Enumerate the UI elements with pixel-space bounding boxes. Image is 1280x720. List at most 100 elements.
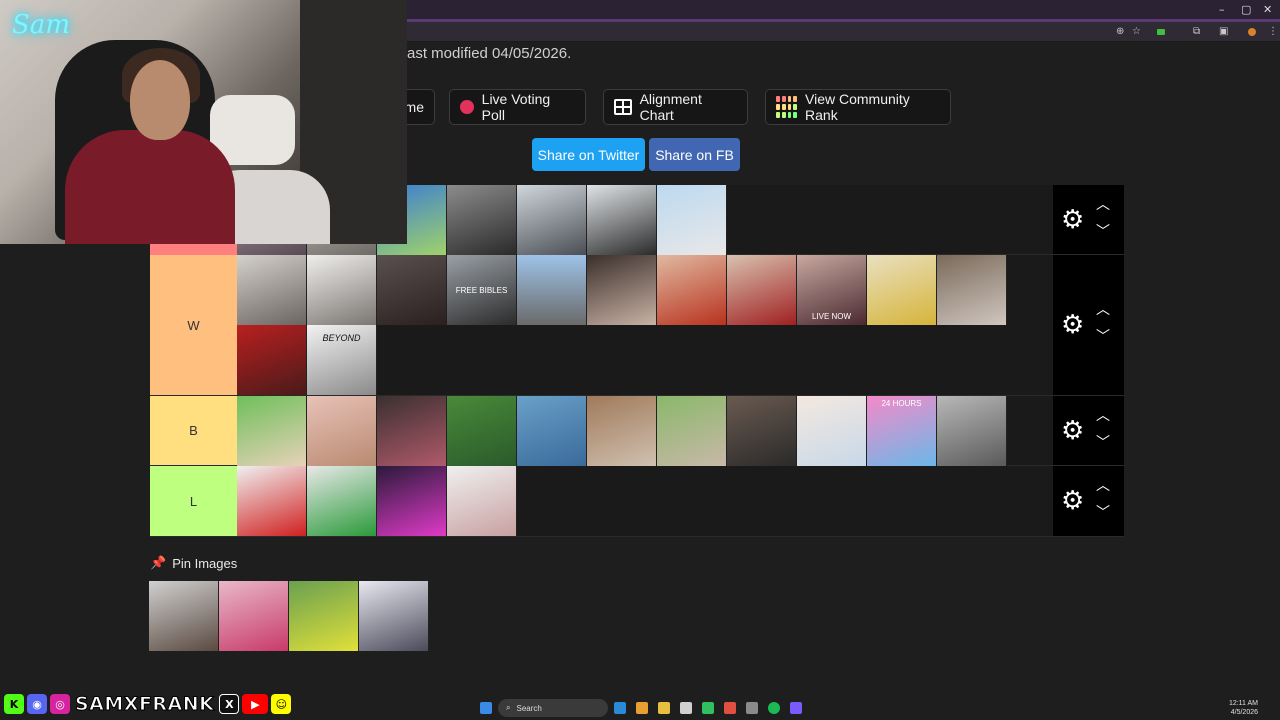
tier-item[interactable]	[867, 255, 937, 325]
tier-item[interactable]	[307, 255, 377, 325]
gear-icon[interactable]: ⚙	[1061, 488, 1084, 514]
tier-item[interactable]	[937, 396, 1007, 466]
tier-item[interactable]	[377, 255, 447, 325]
close-window-button[interactable]: ✕	[1263, 3, 1272, 16]
system-clock[interactable]: 12:11 AM 4/5/2026	[1229, 699, 1258, 717]
tier-item[interactable]	[727, 396, 797, 466]
zoom-icon[interactable]: ⊕	[1116, 26, 1124, 37]
tier-item[interactable]	[587, 185, 657, 255]
gear-icon[interactable]: ⚙	[1061, 418, 1084, 444]
tier-label-w[interactable]: W	[150, 255, 237, 395]
tier-item[interactable]	[237, 466, 307, 536]
chevron-down-icon[interactable]: ﹀	[1096, 225, 1110, 239]
tier-item[interactable]	[447, 396, 517, 466]
last-modified-text: ast modified 04/05/2026.	[407, 45, 572, 62]
view-community-rank-button[interactable]: View Community Rank	[765, 89, 951, 125]
share-twitter-label: Share on Twitter	[537, 146, 640, 163]
chevron-up-icon[interactable]: ︿	[1096, 198, 1110, 212]
tier-item[interactable]	[237, 255, 307, 325]
tier-item[interactable]	[937, 255, 1007, 325]
maximize-button[interactable]: ▢	[1241, 3, 1251, 16]
tier-item[interactable]	[447, 466, 517, 536]
tier-tiles: 24 HOURS	[237, 396, 1053, 466]
tier-item[interactable]	[587, 255, 657, 325]
tier-item[interactable]	[517, 255, 587, 325]
youtube-icon: ▶	[242, 694, 269, 714]
tier-item[interactable]: 24 HOURS	[867, 396, 937, 466]
tier-item[interactable]	[237, 325, 307, 395]
taskbar-search-label: Search	[516, 703, 542, 713]
tier-item[interactable]: FREE BIBLES	[447, 255, 517, 325]
app-icon[interactable]	[702, 702, 714, 714]
rank-grid-icon	[776, 96, 798, 118]
chrome-icon[interactable]	[636, 702, 648, 714]
chevron-up-icon[interactable]: ︿	[1096, 303, 1110, 317]
tier-label-text: W	[187, 317, 200, 333]
tier-item[interactable]	[377, 466, 447, 536]
tier-item[interactable]	[727, 255, 797, 325]
pinned-item[interactable]	[359, 581, 429, 651]
settings-icon[interactable]	[746, 702, 758, 714]
pinned-item[interactable]	[149, 581, 219, 651]
alignment-chart-button[interactable]: Alignment Chart	[603, 89, 748, 125]
tier-item[interactable]: BEYOND	[307, 325, 377, 395]
start-icon[interactable]	[480, 702, 492, 714]
discord-icon[interactable]	[790, 702, 802, 714]
share-twitter-button[interactable]: Share on Twitter	[532, 138, 645, 171]
chevron-up-icon[interactable]: ︿	[1096, 479, 1110, 493]
tier-item[interactable]	[517, 396, 587, 466]
tier-row-l: L ⚙ ︿ ﹀	[150, 466, 1124, 537]
puzzle-icon[interactable]: ⧉	[1193, 26, 1200, 37]
profile-avatar[interactable]	[1248, 28, 1256, 36]
share-fb-button[interactable]: Share on FB	[649, 138, 740, 171]
live-voting-poll-button[interactable]: Live Voting Poll	[449, 89, 586, 125]
tier-item[interactable]	[447, 185, 517, 255]
tier-item[interactable]	[237, 396, 307, 466]
tile-caption: 24 HOURS	[881, 399, 922, 408]
chevron-down-icon[interactable]: ﹀	[1096, 436, 1110, 450]
tier-item[interactable]	[307, 466, 377, 536]
spotify-icon[interactable]	[768, 702, 780, 714]
live-voting-poll-label: Live Voting Poll	[481, 91, 551, 123]
chevron-down-icon[interactable]: ﹀	[1096, 330, 1110, 344]
clock-time: 12:11 AM	[1228, 700, 1258, 707]
folder-icon[interactable]	[658, 702, 670, 714]
edge-icon[interactable]	[614, 702, 626, 714]
tier-item[interactable]	[377, 396, 447, 466]
chevron-up-icon[interactable]: ︿	[1096, 409, 1110, 423]
tier-label-l[interactable]: L	[150, 466, 237, 536]
tier-item[interactable]: LIVE NOW	[797, 255, 867, 325]
pinned-item[interactable]	[219, 581, 289, 651]
tier-controls: ⚙ ︿ ﹀	[1053, 396, 1124, 465]
chevron-down-icon[interactable]: ﹀	[1096, 506, 1110, 520]
streamer-name: SAMXFRANK	[74, 693, 215, 716]
tier-item[interactable]	[657, 185, 727, 255]
tier-item[interactable]	[307, 396, 377, 466]
clock-date: 4/5/2026	[1230, 709, 1258, 716]
tier-controls: ⚙ ︿ ﹀	[1053, 185, 1124, 254]
tile-caption: FREE BIBLES	[455, 285, 508, 295]
gear-icon[interactable]: ⚙	[1061, 207, 1084, 233]
x-icon: X	[219, 694, 240, 714]
tier-item[interactable]	[797, 396, 867, 466]
store-icon[interactable]	[680, 702, 692, 714]
menu-icon[interactable]: ⋮	[1268, 26, 1278, 37]
minimize-button[interactable]: –	[1219, 3, 1225, 16]
sidebar-icon[interactable]: ▣	[1219, 26, 1228, 37]
alignment-chart-label: Alignment Chart	[639, 91, 702, 123]
tier-label-b[interactable]: B	[150, 396, 237, 465]
view-community-rank-label: View Community Rank	[805, 91, 910, 123]
tile-caption: BEYOND	[322, 333, 361, 343]
tier-item[interactable]	[517, 185, 587, 255]
browser-icon[interactable]	[724, 702, 736, 714]
tier-item[interactable]	[657, 255, 727, 325]
webcam-overlay: Sam	[0, 0, 407, 244]
tier-item[interactable]	[657, 396, 727, 466]
taskbar-search[interactable]: ⌕ Search	[498, 699, 608, 717]
pinned-item[interactable]	[289, 581, 359, 651]
gear-icon[interactable]: ⚙	[1061, 312, 1084, 338]
star-icon[interactable]: ☆	[1132, 26, 1141, 37]
tier-item[interactable]	[587, 396, 657, 466]
webcam-streamer	[65, 130, 235, 244]
extension-icon[interactable]	[1157, 29, 1165, 35]
